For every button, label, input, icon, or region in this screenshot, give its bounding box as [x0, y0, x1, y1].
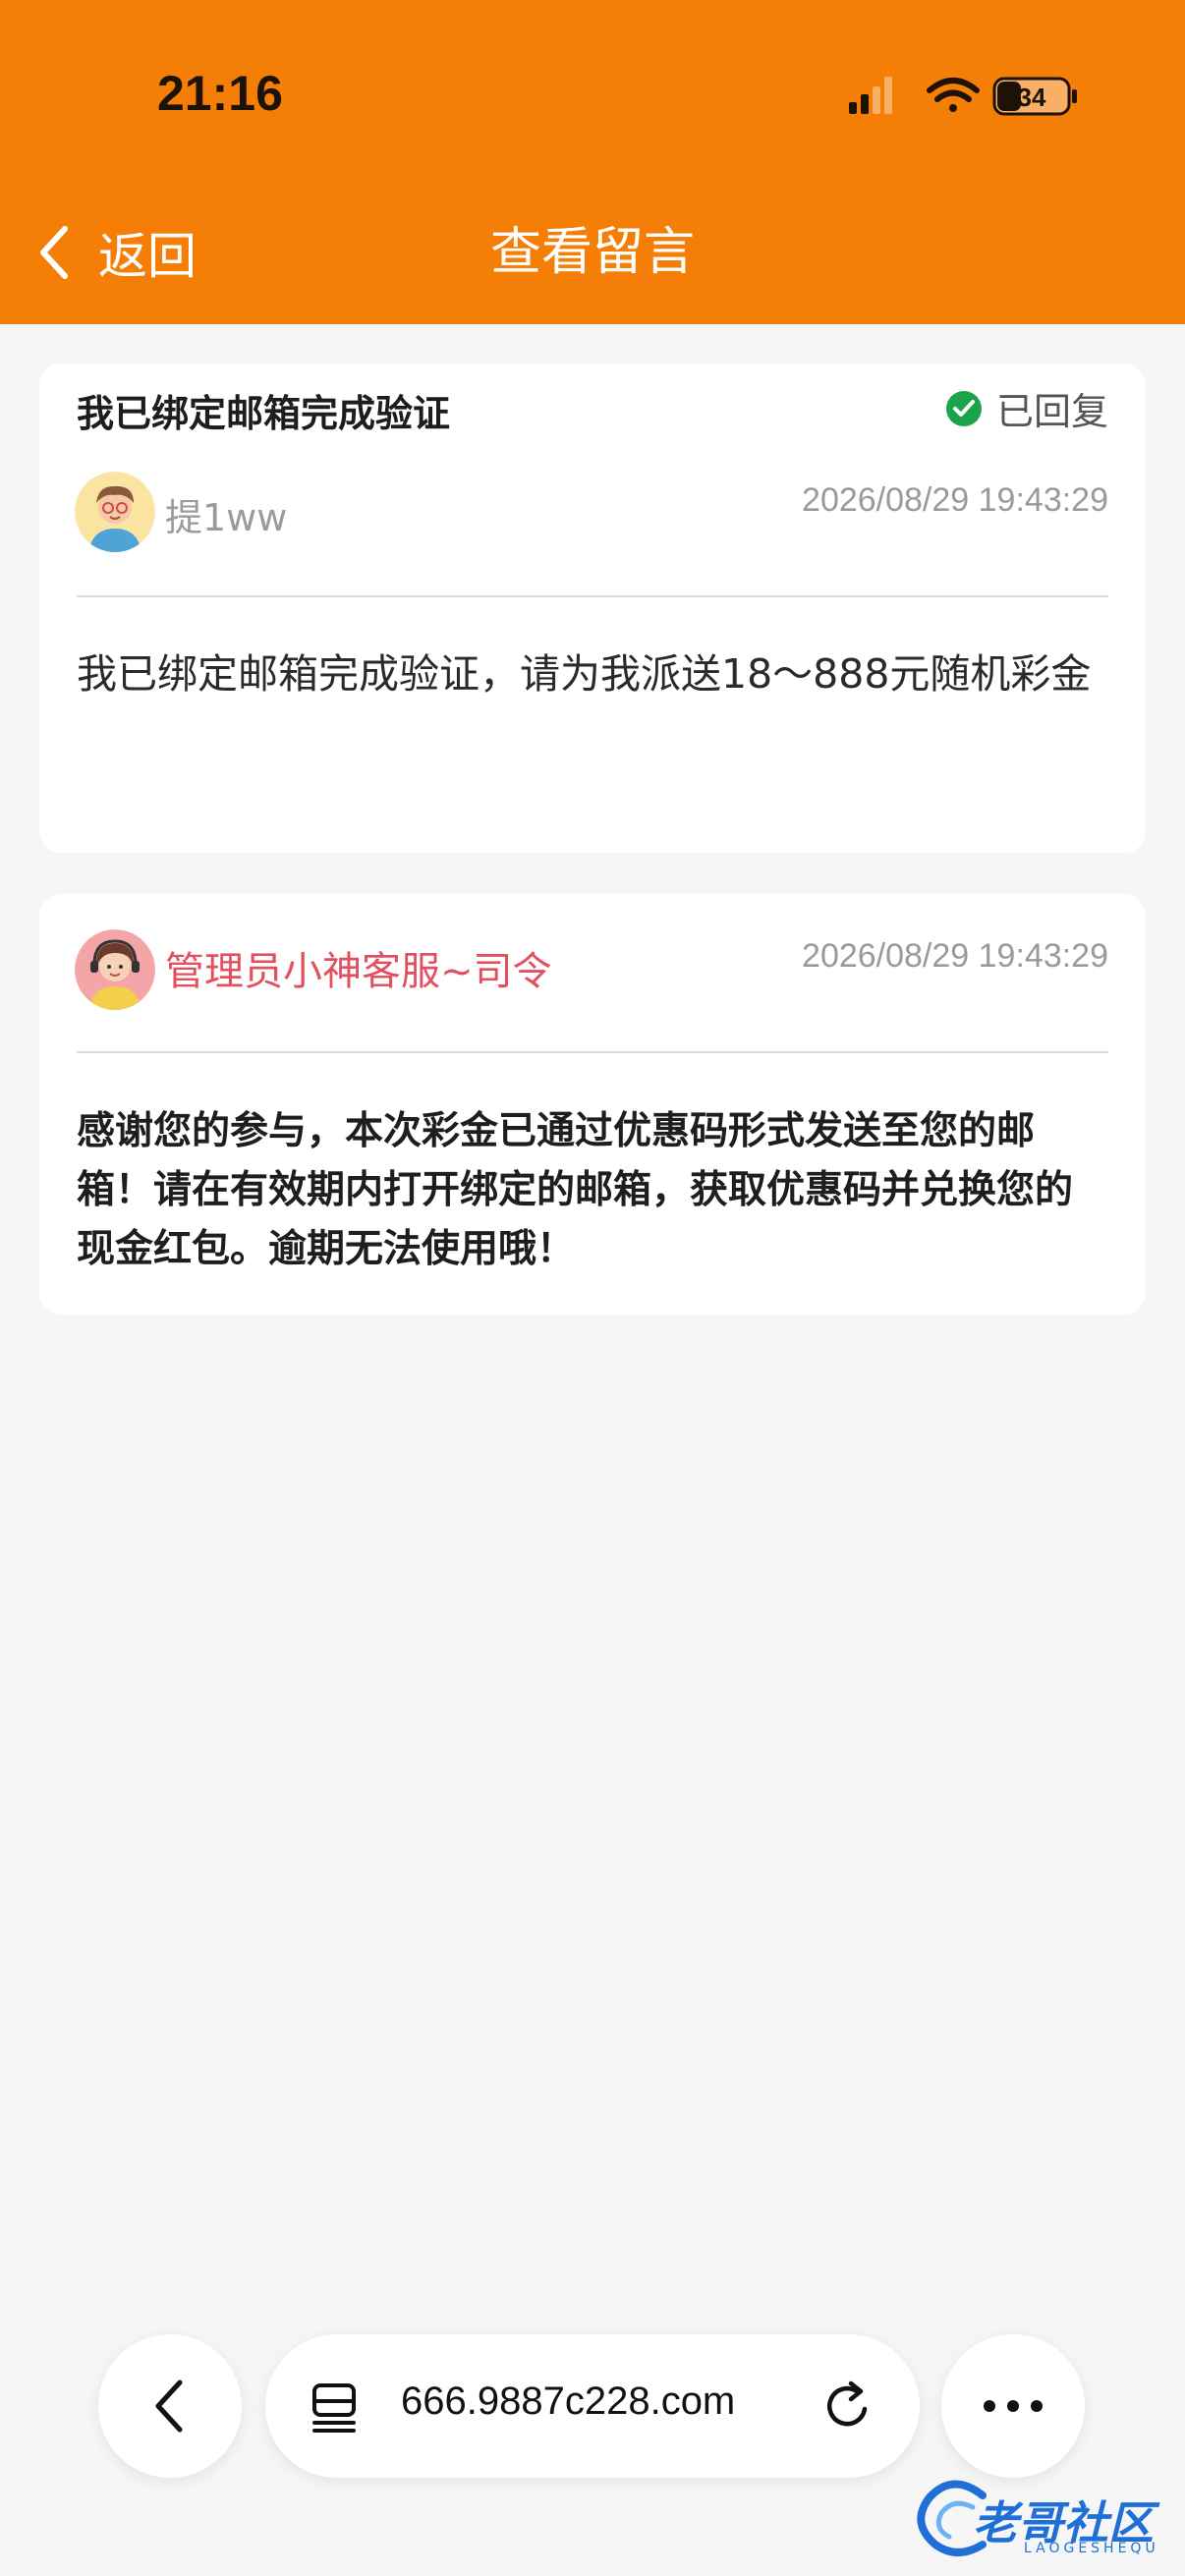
reply-timestamp: 2026/08/29 19:43:29	[802, 937, 1108, 975]
page-title: 查看留言	[489, 223, 695, 282]
admin-avatar	[75, 929, 155, 1010]
chevron-left-icon	[155, 2380, 183, 2433]
watermark-logo: 老哥社区 LAOGESHEQU	[914, 2468, 1179, 2566]
user-avatar	[75, 472, 155, 552]
author-name: 提1ww	[165, 496, 288, 539]
battery-level: 34	[1018, 83, 1046, 112]
status-time: 21:16	[157, 66, 283, 121]
topic-title: 我已绑定邮箱完成验证	[77, 392, 451, 435]
message-card: 我已绑定邮箱完成验证 已回复 提1ww 2026/08/29 19:43:29 …	[39, 364, 1146, 853]
user-avatar-icon	[75, 472, 155, 552]
url-text: 666.9887c228.com	[401, 2380, 736, 2423]
status-badge: 已回复	[945, 381, 1108, 435]
more-options-button[interactable]	[941, 2334, 1085, 2478]
reply-text: 感谢您的参与，本次彩金已通过优惠码形式发送至您的邮箱！请在有效期内打开绑定的邮箱…	[77, 1109, 1074, 1271]
reader-mode-icon[interactable]	[309, 2380, 360, 2435]
status-text: 已回复	[995, 390, 1108, 433]
timestamp: 2026/08/29 19:43:29	[802, 481, 1108, 519]
wifi-icon	[927, 78, 980, 112]
admin-avatar-icon	[75, 929, 155, 1010]
signal-icon	[849, 77, 892, 114]
divider	[77, 595, 1108, 597]
address-bar[interactable]: 666.9887c228.com	[265, 2334, 920, 2478]
battery-icon: 34	[992, 77, 1077, 116]
app-header: 21:16 34 返回 查看留言	[0, 0, 1185, 324]
browser-back-button[interactable]	[98, 2334, 242, 2478]
admin-name: 管理员小神客服~司令	[165, 949, 552, 994]
watermark-subtext: LAOGESHEQU	[1024, 2541, 1159, 2556]
more-icon	[984, 2400, 1043, 2412]
check-circle-icon	[945, 390, 982, 426]
status-icons: 34	[849, 77, 1077, 116]
message-text: 我已绑定邮箱完成验证，请为我派送18～888元随机彩金	[77, 650, 1092, 698]
reload-icon[interactable]	[821, 2380, 876, 2435]
divider	[77, 1051, 1108, 1053]
reply-card: 管理员小神客服~司令 2026/08/29 19:43:29 感谢您的参与，本次…	[39, 894, 1146, 1315]
